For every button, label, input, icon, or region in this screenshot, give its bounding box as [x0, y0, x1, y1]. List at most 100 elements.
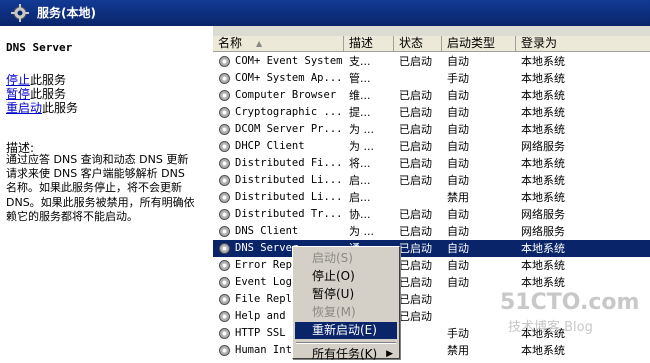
- cell-status: 已启动: [399, 225, 432, 238]
- menu-item-start[interactable]: 启动(S): [295, 250, 397, 267]
- cell-desc: 提...: [349, 106, 371, 119]
- table-row[interactable]: DNS Client 为 ... 已启动 自动 网络服务: [213, 223, 650, 240]
- table-row[interactable]: Computer Browser 维... 已启动 自动 本地系统: [213, 87, 650, 104]
- cell-name: COM+ System Ap...: [235, 72, 343, 84]
- cell-name: Distributed Fi...: [235, 157, 343, 169]
- cell-startup: 自动: [447, 157, 469, 170]
- cell-status: 已启动: [399, 89, 432, 102]
- column-header-startup[interactable]: 启动类型: [442, 36, 516, 52]
- menu-item-stop[interactable]: 停止(O): [295, 268, 397, 285]
- cell-status: 已启动: [399, 276, 432, 289]
- service-gear-icon: [219, 209, 230, 220]
- cell-logon: 本地系统: [521, 191, 565, 204]
- menu-item-all-tasks-label: 所有任务(K): [312, 347, 378, 361]
- service-gear-icon: [219, 192, 230, 203]
- service-gear-icon: [219, 277, 230, 288]
- services-gear-icon: [11, 4, 29, 22]
- service-gear-icon: [219, 175, 230, 186]
- cell-startup: 自动: [447, 174, 469, 187]
- service-gear-icon: [219, 107, 230, 118]
- cell-desc: 将...: [349, 157, 371, 170]
- cell-status: 已启动: [399, 140, 432, 153]
- cell-logon: 本地系统: [521, 242, 565, 255]
- table-row[interactable]: Distributed Fi... 将... 已启动 自动 本地系统: [213, 155, 650, 172]
- cell-logon: 网络服务: [521, 140, 565, 153]
- table-row[interactable]: Distributed Li... 启... 禁用 本地系统: [213, 189, 650, 206]
- cell-logon: 本地系统: [521, 259, 565, 272]
- cell-startup: 手动: [447, 72, 469, 85]
- cell-startup: 自动: [447, 276, 469, 289]
- cell-logon: 本地系统: [521, 276, 565, 289]
- cell-status: 已启动: [399, 55, 432, 68]
- service-gear-icon: [219, 345, 230, 356]
- column-header-status[interactable]: 状态: [394, 36, 442, 52]
- column-header-name[interactable]: 名称 ▲: [213, 36, 344, 52]
- service-gear-icon: [219, 294, 230, 305]
- table-row[interactable]: Error Rep 已启动 自动 本地系统: [213, 257, 650, 274]
- watermark-logo: 51CTO.com: [500, 290, 640, 315]
- menu-item-restart[interactable]: 重新启动(E): [295, 322, 397, 339]
- table-row[interactable]: Cryptographic ... 提... 已启动 自动 本地系统: [213, 104, 650, 121]
- table-row[interactable]: Distributed Tr... 协... 已启动 自动 网络服务: [213, 206, 650, 223]
- service-gear-icon: [219, 243, 230, 254]
- service-gear-icon: [219, 141, 230, 152]
- cell-name: Distributed Li...: [235, 174, 343, 186]
- description-text: 通过应答 DNS 查询和动态 DNS 更新 请求来使 DNS 客户端能够解析 D…: [6, 153, 206, 224]
- menu-item-resume[interactable]: 恢复(M): [295, 304, 397, 321]
- cell-startup: 禁用: [447, 191, 469, 204]
- service-gear-icon: [219, 124, 230, 135]
- restart-service-action: 重启动此服务: [6, 99, 78, 116]
- table-row[interactable]: COM+ System Ap... 管... 手动 本地系统: [213, 70, 650, 87]
- column-header-name-label: 名称: [218, 36, 243, 50]
- cell-startup: 自动: [447, 106, 469, 119]
- service-gear-icon: [219, 260, 230, 271]
- service-gear-icon: [219, 311, 230, 322]
- menu-item-pause[interactable]: 暂停(U): [295, 286, 397, 303]
- table-row-selected[interactable]: DNS Server通已启动自动本地系统: [213, 240, 650, 257]
- cell-name: Distributed Tr...: [235, 208, 343, 220]
- cell-logon: 本地系统: [521, 89, 565, 102]
- console-header: 服务(本地): [0, 0, 650, 26]
- cell-startup: 自动: [447, 123, 469, 136]
- column-header-startup-label: 启动类型: [447, 36, 496, 50]
- cell-startup: 自动: [447, 259, 469, 272]
- cell-logon: 本地系统: [521, 106, 565, 119]
- cell-status: 已启动: [399, 106, 432, 119]
- watermark-subtitle: 技术博客 Blog: [508, 320, 593, 335]
- cell-name: DCOM Server Pr...: [235, 123, 343, 135]
- description-line: 名称。如果此服务停止，将不会更新: [6, 181, 182, 195]
- service-description-pane: DNS Server 停止此服务 暂停此服务 重启动此服务 描述: 通过应答 D…: [0, 26, 212, 357]
- table-row[interactable]: Human Inte 禁用 本地系统: [213, 342, 650, 359]
- table-row[interactable]: Event Log 已启动 自动 本地系统: [213, 274, 650, 291]
- column-header-desc[interactable]: 描述: [344, 36, 394, 52]
- restart-service-link[interactable]: 重启动: [6, 101, 42, 115]
- cell-desc: 支...: [349, 55, 371, 68]
- description-line: 请求来使 DNS 客户端能够解析 DNS: [6, 167, 185, 181]
- menu-separator: [296, 342, 396, 344]
- table-row[interactable]: COM+ Event System 支... 已启动 自动 本地系统: [213, 53, 650, 70]
- cell-startup: 手动: [447, 327, 469, 340]
- cell-startup: 自动: [447, 140, 469, 153]
- description-line: 赖它的服务都将不能启动。: [6, 209, 138, 223]
- service-gear-icon: [219, 90, 230, 101]
- cell-desc: 启...: [349, 191, 371, 204]
- cell-status: 已启动: [399, 157, 432, 170]
- service-gear-icon: [219, 56, 230, 67]
- service-gear-icon: [219, 328, 230, 339]
- cell-logon: 本地系统: [521, 174, 565, 187]
- service-gear-icon: [219, 226, 230, 237]
- cell-name: Distributed Li...: [235, 191, 343, 203]
- cell-startup: 禁用: [447, 344, 469, 357]
- cell-name: COM+ Event System: [235, 55, 343, 67]
- table-row[interactable]: DHCP Client 为 ... 已启动 自动 网络服务: [213, 138, 650, 155]
- cell-desc: 启...: [349, 174, 371, 187]
- context-menu: 启动(S) 停止(O) 暂停(U) 恢复(M) 重新启动(E) 所有任务(K) …: [292, 246, 400, 361]
- cell-startup: 自动: [447, 242, 469, 255]
- menu-item-all-tasks[interactable]: 所有任务(K) ▶: [295, 346, 397, 363]
- table-row[interactable]: DCOM Server Pr... 为 ... 已启动 自动 本地系统: [213, 121, 650, 138]
- table-row[interactable]: Distributed Li... 启... 已启动 自动 本地系统: [213, 172, 650, 189]
- submenu-arrow-icon: ▶: [386, 349, 393, 359]
- column-header-logon[interactable]: 登录为: [516, 36, 650, 52]
- cell-status: 已启动: [399, 174, 432, 187]
- cell-status: 已启动: [399, 310, 432, 323]
